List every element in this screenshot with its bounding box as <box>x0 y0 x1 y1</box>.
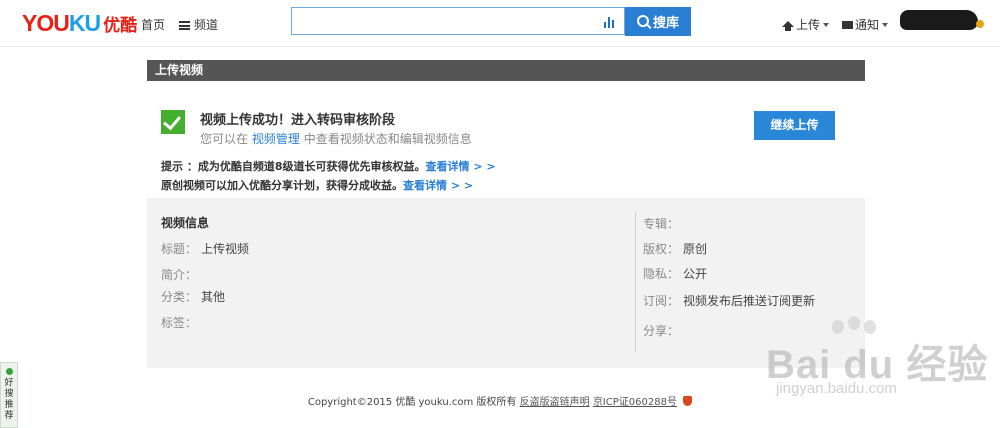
field-label: 标签： <box>161 316 198 330</box>
status-dot-icon <box>5 368 13 375</box>
video-info-panel <box>147 198 865 368</box>
success-subtitle: 您可以在 视频管理 中查看视频状态和编辑视频信息 <box>200 130 472 147</box>
nav-channel-link[interactable]: 频道 <box>179 16 218 33</box>
mail-icon <box>842 21 853 29</box>
success-sub-prefix: 您可以在 <box>200 132 249 146</box>
header-upload-menu[interactable]: 上传 <box>782 16 830 33</box>
tip-text: 提示 ：成为优酷自频道8级道长可获得优先审核权益。 <box>161 160 426 173</box>
video-management-link[interactable]: 视频管理 <box>252 132 300 146</box>
nav-channel-label: 频道 <box>194 18 219 32</box>
success-title: 视频上传成功！进入转码审核阶段 <box>200 113 396 128</box>
watermark-url: jingyan.baidu.com <box>776 380 897 397</box>
shield-icon <box>683 396 693 406</box>
upload-icon <box>782 21 794 31</box>
search-button[interactable]: 搜库 <box>625 7 691 36</box>
check-icon <box>161 110 185 134</box>
field-label: 简介： <box>161 268 198 282</box>
search-input[interactable] <box>292 8 604 34</box>
side-widget-label: 好搜推荐 <box>4 378 14 421</box>
column-divider <box>635 212 636 352</box>
field-value: 上传视频 <box>201 242 250 256</box>
info-field-title: 标题： 上传视频 <box>161 240 249 257</box>
tip-details-link[interactable]: 查看详情 > > <box>425 160 495 173</box>
header-notify-label: 通知 <box>855 18 880 32</box>
info-field-copyright: 版权： 原创 <box>643 240 707 257</box>
chevron-down-icon <box>882 23 889 27</box>
info-field-privacy: 隐私： 公开 <box>643 265 707 282</box>
footer-copyright: Copyright©2015 优酷 youku.com 版权所有 <box>307 397 517 408</box>
tip-level-priority: 提示 ：成为优酷自频道8级道长可获得优先审核权益。查看详情 > > <box>161 158 496 174</box>
logo-ku: KU <box>68 10 101 36</box>
info-field-tags: 标签： <box>161 314 201 331</box>
field-label: 专辑： <box>643 217 680 231</box>
field-label: 分享： <box>643 324 680 338</box>
info-field-share: 分享： <box>643 322 683 339</box>
info-field-category: 分类： 其他 <box>161 288 225 305</box>
youku-logo[interactable]: YOUKU 优酷 <box>22 10 137 37</box>
baidu-jingyan-watermark: Bai du 经验 jingyan.baidu.com <box>760 316 990 410</box>
tip-text: 原创视频可以加入优酷分享计划，获得分成收益。 <box>161 179 403 192</box>
logo-cn: 优酷 <box>103 16 138 35</box>
nav-home-link[interactable]: 首页 <box>141 16 165 33</box>
header-notify-menu[interactable]: 通知 <box>842 16 889 33</box>
user-account-menu[interactable] <box>900 10 978 30</box>
field-value: 视频发布后推送订阅更新 <box>683 294 816 308</box>
field-value: 公开 <box>683 267 708 281</box>
info-field-intro: 简介： <box>161 266 201 283</box>
info-field-subscription: 订阅： 视频发布后推送订阅更新 <box>643 292 815 309</box>
field-label: 标题： <box>161 242 198 256</box>
field-label: 分类： <box>161 290 198 304</box>
video-info-title: 视频信息 <box>161 216 210 230</box>
field-label: 版权： <box>643 242 680 256</box>
bar-chart-icon[interactable] <box>604 16 616 28</box>
continue-upload-button[interactable]: 继续上传 <box>754 111 835 140</box>
search-icon <box>636 14 649 27</box>
tip-revenue-share: 原创视频可以加入优酷分享计划，获得分成收益。查看详情 > > <box>161 177 473 193</box>
success-sub-suffix: 中查看视频状态和编辑视频信息 <box>303 132 472 146</box>
side-recommend-widget[interactable]: 好搜推荐 <box>0 362 18 428</box>
tip-details-link[interactable]: 查看详情 > > <box>403 179 473 192</box>
vip-badge-icon <box>976 20 984 28</box>
field-label: 隐私： <box>643 267 680 281</box>
footer-icp-link[interactable]: 京ICP证060288号 <box>593 397 677 408</box>
field-value: 其他 <box>201 290 226 304</box>
header-upload-label: 上传 <box>796 18 821 32</box>
field-value: 原创 <box>683 242 708 256</box>
chevron-down-icon <box>823 23 830 27</box>
logo-you: YOU <box>22 10 70 36</box>
menu-icon <box>179 21 190 30</box>
field-label: 订阅： <box>643 294 680 308</box>
search-box <box>291 7 625 35</box>
search-button-label: 搜库 <box>652 16 679 31</box>
info-field-album: 专辑： <box>643 215 683 232</box>
footer-anti-piracy-link[interactable]: 反盗版盗链声明 <box>520 397 590 408</box>
section-title: 上传视频 <box>147 60 865 81</box>
